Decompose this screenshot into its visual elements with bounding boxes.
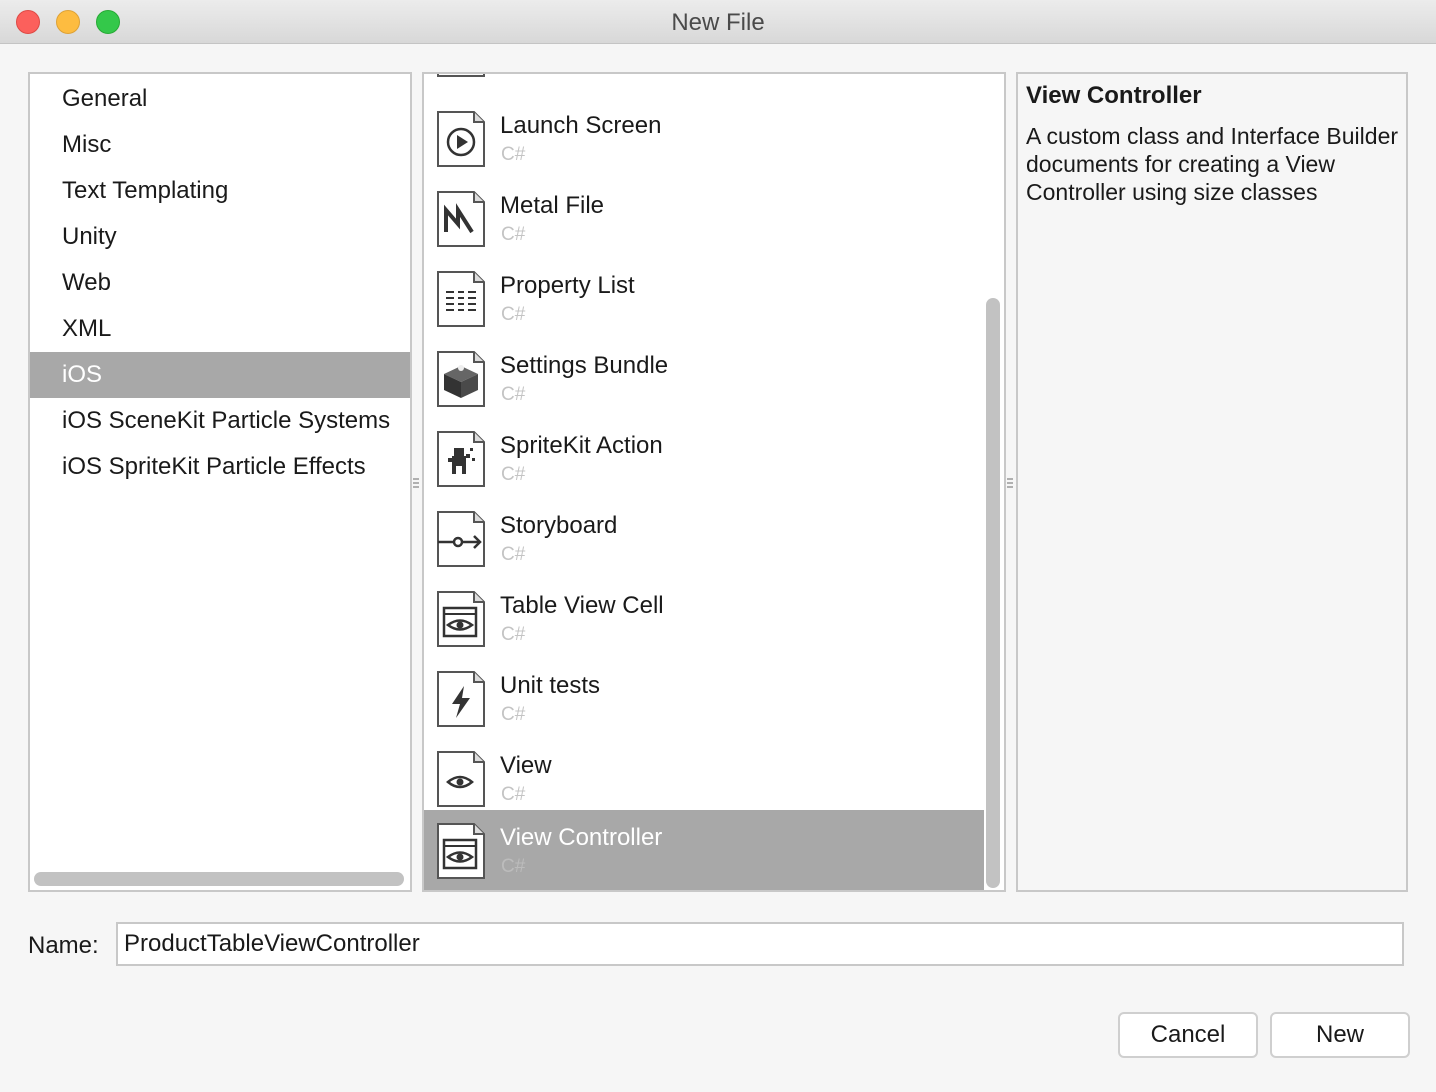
metal-icon	[437, 191, 485, 247]
description-text: A custom class and Interface Builder doc…	[1026, 123, 1399, 205]
category-item-ios-spritekit[interactable]: iOS SpriteKit Particle Effects	[30, 444, 410, 490]
category-item-xml[interactable]: XML	[30, 306, 410, 352]
window-eye-icon	[437, 823, 485, 879]
window-title: New File	[671, 9, 765, 36]
eye-icon	[437, 751, 485, 807]
new-button[interactable]: New	[1270, 1012, 1410, 1058]
template-name: Table View Cell	[500, 592, 664, 619]
template-language: C#	[501, 704, 526, 725]
cancel-button[interactable]: Cancel	[1118, 1012, 1258, 1058]
template-item-launch-screen[interactable]: Launch Screen C#	[424, 98, 984, 178]
template-item-metal-file[interactable]: Metal File C#	[424, 178, 984, 258]
title-bar: New File	[0, 0, 1436, 44]
left-splitter-handle[interactable]	[411, 476, 421, 492]
template-name: SpriteKit Action	[500, 432, 663, 459]
template-name: Settings Bundle	[500, 352, 669, 379]
template-language: C#	[501, 464, 526, 485]
template-item-view[interactable]: View C#	[424, 738, 984, 818]
template-name: Unit tests	[500, 672, 601, 699]
template-name: Metal File	[500, 192, 605, 219]
template-item-property-list[interactable]: Property List C#	[424, 258, 984, 338]
name-label: Name:	[28, 932, 99, 959]
template-language: C#	[501, 144, 526, 165]
storyboard-icon	[437, 511, 485, 567]
template-name: View Controller	[500, 824, 663, 851]
template-list: Launch Screen C# Metal File C# Property …	[422, 72, 1006, 892]
list-icon	[437, 271, 485, 327]
category-item-ios-scenekit[interactable]: iOS SceneKit Particle Systems	[30, 398, 410, 444]
template-language: C#	[501, 224, 526, 245]
template-name: Storyboard	[500, 512, 618, 539]
template-item-table-view-cell[interactable]: Table View Cell C#	[424, 578, 984, 658]
template-name: Launch Screen	[500, 112, 662, 139]
category-list: General Misc Text Templating Unity Web X…	[28, 72, 412, 892]
template-language: C#	[501, 784, 526, 805]
description-panel: View Controller A custom class and Inter…	[1016, 72, 1408, 892]
window-eye-icon	[437, 591, 485, 647]
template-item-settings-bundle[interactable]: Settings Bundle C#	[424, 338, 984, 418]
description-title: View Controller	[1026, 82, 1202, 109]
category-item-misc[interactable]: Misc	[30, 122, 410, 168]
category-item-text-templating[interactable]: Text Templating	[30, 168, 410, 214]
category-horizontal-scrollbar[interactable]	[34, 872, 404, 886]
template-language: C#	[501, 544, 526, 565]
template-language: C#	[501, 384, 526, 405]
category-item-unity[interactable]: Unity	[30, 214, 410, 260]
template-item-unit-tests[interactable]: Unit tests C#	[424, 658, 984, 738]
template-item-storyboard[interactable]: Storyboard C#	[424, 498, 984, 578]
template-name: View	[500, 752, 552, 779]
template-name: Property List	[500, 272, 635, 299]
lightning-icon	[437, 671, 485, 727]
play-icon	[437, 111, 485, 167]
template-item-view-controller[interactable]: View Controller C#	[424, 810, 984, 890]
category-item-ios[interactable]: iOS	[30, 352, 410, 398]
category-item-web[interactable]: Web	[30, 260, 410, 306]
template-item-spritekit-action[interactable]: SpriteKit Action C#	[424, 418, 984, 498]
template-language: C#	[501, 856, 526, 877]
template-vertical-scrollbar[interactable]	[986, 298, 1000, 888]
name-input[interactable]	[116, 922, 1404, 966]
partial-file-icon	[437, 74, 485, 77]
template-language: C#	[501, 624, 526, 645]
right-splitter-handle[interactable]	[1005, 476, 1015, 492]
category-item-general[interactable]: General	[30, 76, 410, 122]
bundle-icon	[437, 351, 485, 407]
template-language: C#	[501, 304, 526, 325]
sprite-icon	[437, 431, 485, 487]
